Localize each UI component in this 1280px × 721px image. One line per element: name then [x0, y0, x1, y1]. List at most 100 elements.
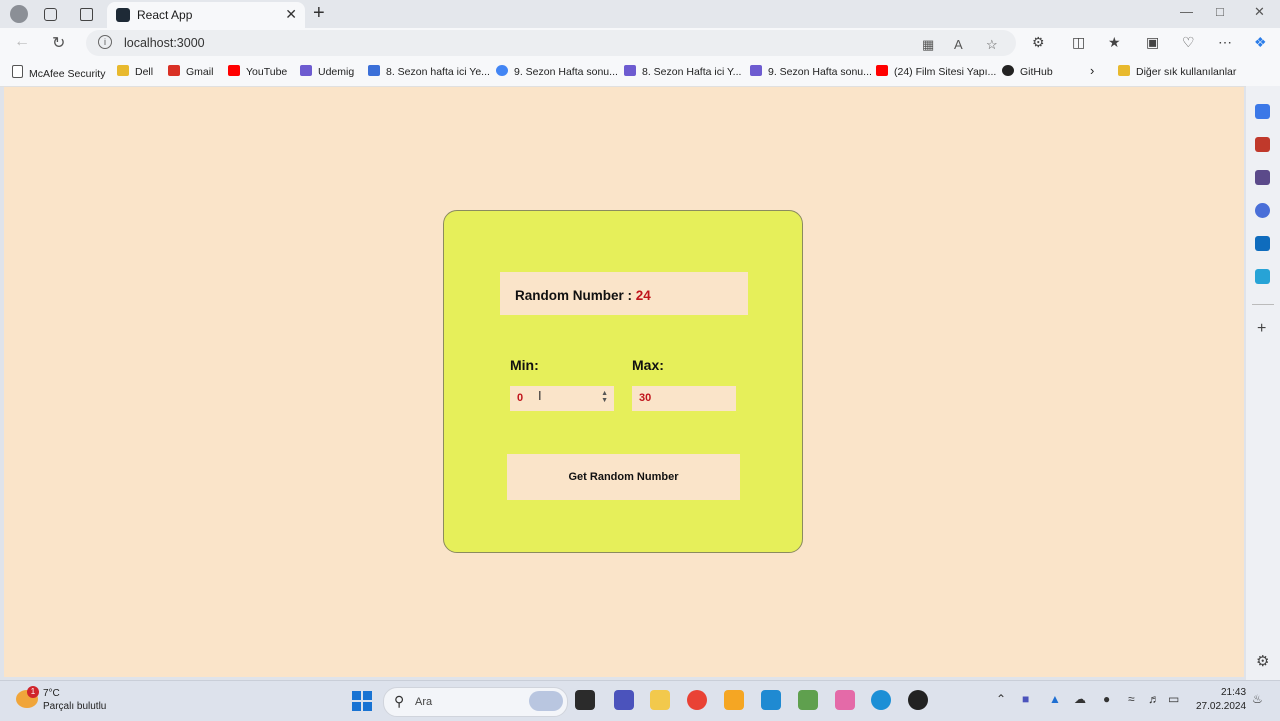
bookmark-item[interactable]: GitHub — [1002, 65, 1053, 78]
teams-tray-icon[interactable]: ■ — [1022, 692, 1029, 706]
bookmark-item[interactable]: Gmail — [168, 65, 213, 78]
toolbox-icon[interactable] — [1255, 137, 1270, 152]
copilot-icon[interactable]: ❖ — [1254, 34, 1267, 51]
volume-icon[interactable]: ♬ — [1148, 692, 1160, 706]
browser-titlebar: React App ✕ + — □ ✕ — [0, 0, 1280, 28]
folder-icon — [117, 65, 129, 76]
notification-bell-icon[interactable]: ♨ — [1252, 692, 1263, 706]
read-aloud-icon[interactable]: A — [954, 37, 963, 52]
file-explorer-icon[interactable] — [650, 690, 670, 710]
defender-shield-icon[interactable]: ▲ — [1049, 692, 1061, 706]
chrome-icon[interactable] — [687, 690, 707, 710]
url-text[interactable]: localhost:3000 — [124, 36, 205, 50]
sidebar-divider — [1252, 304, 1274, 305]
bookmarks-bar: McAfee Security Dell Gmail YouTube Udemi… — [0, 58, 1280, 87]
sidebar-settings-gear-icon[interactable]: ⚙ — [1256, 652, 1269, 670]
google-icon — [496, 65, 508, 76]
bookmark-item[interactable]: McAfee Security — [12, 65, 105, 80]
bookmark-item[interactable]: 8. Sezon Hafta ici Y... — [624, 65, 741, 78]
search-highlight-image — [529, 691, 563, 711]
refresh-icon[interactable]: ↻ — [52, 33, 65, 53]
split-screen-icon[interactable]: ◫ — [1072, 34, 1085, 51]
workspaces-icon[interactable] — [44, 8, 57, 21]
app-icon[interactable] — [835, 690, 855, 710]
weather-temperature[interactable]: 7°C — [43, 688, 60, 699]
outlook-icon[interactable] — [1255, 236, 1270, 251]
new-tab-icon[interactable]: + — [313, 2, 325, 25]
window-close-icon[interactable]: ✕ — [1254, 4, 1265, 20]
onedrive-cloud-icon[interactable]: ☁ — [1074, 692, 1086, 706]
vscode-icon[interactable] — [761, 690, 781, 710]
wifi-icon[interactable]: ≈ — [1128, 692, 1135, 706]
back-icon[interactable]: ← — [14, 33, 30, 51]
tab-actions-icon[interactable] — [80, 8, 93, 21]
result-display: Random Number : 24 — [500, 272, 748, 315]
weather-description[interactable]: Parçalı bulutlu — [43, 701, 106, 712]
bookmark-item[interactable]: 8. Sezon hafta ici Ye... — [368, 65, 490, 78]
react-favicon-icon — [116, 8, 130, 22]
address-bar[interactable]: i localhost:3000 ▦ A ☆ — [86, 30, 1016, 56]
drop-icon[interactable] — [1255, 269, 1270, 284]
tab-close-icon[interactable]: ✕ — [285, 6, 297, 23]
clock-time[interactable]: 21:43 — [1221, 687, 1246, 698]
bookmark-item[interactable]: 9. Sezon Hafta sonu... — [750, 65, 872, 78]
page-viewport: Random Number : 24 Min: Max: 0 I ▲ ▼ 30 G… — [4, 87, 1244, 677]
max-input[interactable]: 30 — [632, 386, 736, 411]
bookmark-item[interactable]: Udemig — [300, 65, 354, 78]
profile-avatar-icon[interactable] — [10, 5, 28, 23]
bookmark-folder-other[interactable]: Diğer sık kullanılanlar — [1118, 65, 1236, 78]
nodejs-icon[interactable] — [798, 690, 818, 710]
folder-icon — [1118, 65, 1130, 76]
microphone-icon[interactable]: ● — [1103, 692, 1110, 706]
min-input-value: 0 — [517, 392, 524, 404]
extensions-icon[interactable]: ⚙ — [1032, 34, 1045, 51]
copilot-app-icon[interactable] — [1255, 203, 1270, 218]
show-hidden-icons-chevron-icon[interactable]: ⌃ — [996, 692, 1006, 706]
windows-start-icon[interactable] — [352, 691, 372, 711]
random-number-card: Random Number : 24 Min: Max: 0 I ▲ ▼ 30 G… — [443, 210, 803, 553]
edge-icon[interactable] — [871, 690, 891, 710]
text-cursor-icon: I — [538, 388, 542, 403]
clock-date[interactable]: 27.02.2024 — [1196, 701, 1246, 712]
chess-icon[interactable] — [1255, 170, 1270, 185]
favorites-icon[interactable]: ★ — [1108, 34, 1121, 51]
site-info-icon[interactable]: i — [98, 35, 112, 49]
udemig-icon — [300, 65, 312, 76]
tag-icon[interactable] — [1255, 104, 1270, 119]
result-label: Random Number : — [515, 288, 636, 303]
max-input-value: 30 — [639, 392, 652, 404]
favorite-star-icon[interactable]: ☆ — [986, 37, 998, 53]
minimize-icon[interactable]: — — [1180, 4, 1193, 19]
tab-title: React App — [137, 8, 193, 22]
max-label: Max: — [632, 357, 664, 373]
add-sidebar-app-icon[interactable]: + — [1257, 320, 1266, 338]
bookmark-item[interactable]: (24) Film Sitesi Yapı... — [876, 65, 996, 78]
get-random-number-button[interactable]: Get Random Number — [507, 454, 740, 500]
teams-icon[interactable] — [614, 690, 634, 710]
min-label: Min: — [510, 357, 539, 373]
browser-essentials-icon[interactable]: ♡ — [1182, 34, 1195, 51]
bookmarks-overflow-chevron-icon[interactable]: › — [1090, 63, 1094, 78]
search-icon: ⚲ — [394, 693, 405, 709]
maximize-icon[interactable]: □ — [1216, 4, 1224, 19]
taskbar-search-box[interactable]: ⚲ Ara — [383, 687, 568, 717]
task-view-icon[interactable] — [575, 690, 595, 710]
browser-toolbar: ← ↻ i localhost:3000 ▦ A ☆ ⚙ ◫ ★ ▣ ♡ ⋯ ❖ — [0, 28, 1280, 58]
min-input[interactable]: 0 I ▲ ▼ — [510, 386, 614, 411]
youtube-icon — [876, 65, 888, 76]
classroom-icon — [368, 65, 380, 76]
tab-react-app[interactable]: React App ✕ — [107, 2, 305, 28]
number-spinner-icon[interactable]: ▲ ▼ — [601, 390, 608, 404]
youtube-icon — [228, 65, 240, 76]
bookmark-item[interactable]: YouTube — [228, 65, 287, 78]
gmail-icon — [168, 65, 180, 76]
page-icon — [12, 65, 23, 78]
github-desktop-icon[interactable] — [908, 690, 928, 710]
battery-icon[interactable]: ▭ — [1168, 692, 1179, 706]
collections-icon[interactable]: ▣ — [1146, 34, 1159, 51]
bookmark-item[interactable]: Dell — [117, 65, 153, 78]
more-menu-icon[interactable]: ⋯ — [1218, 34, 1232, 51]
app-available-icon[interactable]: ▦ — [922, 37, 934, 53]
snipping-tool-icon[interactable] — [724, 690, 744, 710]
bookmark-item[interactable]: 9. Sezon Hafta sonu... — [496, 65, 618, 78]
